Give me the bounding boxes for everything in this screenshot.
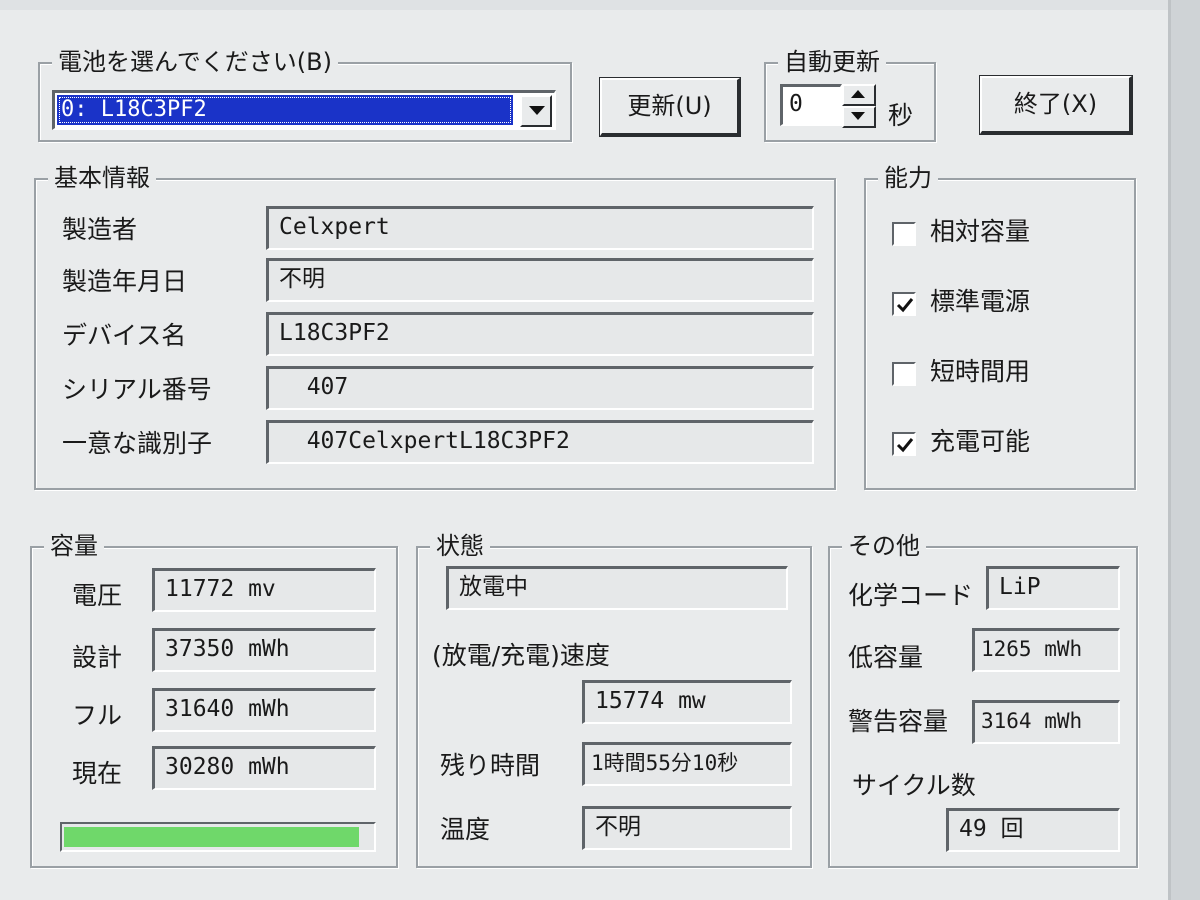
design-capacity-value: 37350 mWh [152,628,376,672]
title-bar [0,0,1168,10]
status-title: 状態 [430,531,490,561]
warning-capacity-label: 警告容量 [848,707,949,736]
battery-info-dialog: 電池を選んでください(B) 0: L18C3PF2 更新(U) 自動更新 0 秒… [0,0,1171,900]
charge-progress-bar [60,822,376,852]
exit-button[interactable]: 終了(X) [980,76,1132,134]
manufacture-date-value: 不明 [266,258,814,302]
system-power-label: 標準電源 [930,287,1031,316]
voltage-label: 電圧 [72,581,123,610]
device-name-label: デバイス名 [62,321,187,350]
cycle-count-value: 49 回 [946,808,1120,852]
device-name-value: L18C3PF2 [266,312,814,356]
check-icon [896,298,914,313]
relative-capacity-checkbox[interactable] [892,222,916,246]
serial-number-label: シリアル番号 [62,375,212,404]
temperature-value: 不明 [582,806,792,850]
basic-info-title: 基本情報 [48,163,156,193]
battery-select-label: 電池を選んでください(B) [52,47,338,77]
voltage-value: 11772 mv [152,568,376,612]
rate-value: 15774 mw [582,680,792,724]
battery-select-dropdown[interactable]: 0: L18C3PF2 [52,90,556,130]
auto-update-interval-input[interactable]: 0 [780,84,842,126]
short-term-checkbox[interactable] [892,362,916,386]
remaining-time-label: 残り時間 [440,751,541,780]
manufacturer-value: Celxpert [266,206,814,250]
serial-number-value: 407 [266,366,814,410]
current-capacity-label: 現在 [72,759,123,788]
low-capacity-value: 1265 mWh [972,628,1120,672]
rechargeable-checkbox[interactable] [892,432,916,456]
spin-up-icon [851,90,865,98]
auto-update-unit: 秒 [888,101,914,130]
chemistry-label: 化学コード [848,581,974,610]
battery-select-value: 0: L18C3PF2 [57,95,513,125]
full-capacity-label: フル [72,701,123,730]
cycle-count-label: サイクル数 [852,771,976,800]
unique-id-label: 一意な識別子 [62,429,213,458]
check-icon [896,438,914,453]
low-capacity-label: 低容量 [848,643,924,672]
auto-update-label: 自動更新 [778,47,886,77]
state-value: 放電中 [446,566,788,610]
other-title: その他 [842,531,926,561]
manufacture-date-label: 製造年月日 [62,267,188,296]
warning-capacity-value: 3164 mWh [972,700,1120,744]
short-term-label: 短時間用 [930,357,1031,386]
system-power-checkbox[interactable] [892,292,916,316]
remaining-time-value: 1時間55分10秒 [582,742,792,786]
relative-capacity-label: 相対容量 [930,217,1031,246]
spin-up-button[interactable] [842,84,876,106]
manufacturer-label: 製造者 [62,215,138,244]
rechargeable-label: 充電可能 [930,427,1031,456]
capability-title: 能力 [878,163,938,193]
current-capacity-value: 30280 mWh [152,746,376,790]
capacity-title: 容量 [44,531,104,561]
dropdown-arrow-icon[interactable] [520,95,552,127]
refresh-button[interactable]: 更新(U) [600,78,740,136]
design-capacity-label: 設計 [72,643,123,672]
spin-down-icon [851,112,865,120]
rate-label: (放電/充電)速度 [432,641,610,670]
charge-progress-fill [64,827,359,847]
unique-id-value: 407CelxpertL18C3PF2 [266,420,814,464]
chemistry-value: LiP [986,566,1120,610]
spin-down-button[interactable] [842,106,876,128]
temperature-label: 温度 [440,815,491,844]
full-capacity-value: 31640 mWh [152,688,376,732]
